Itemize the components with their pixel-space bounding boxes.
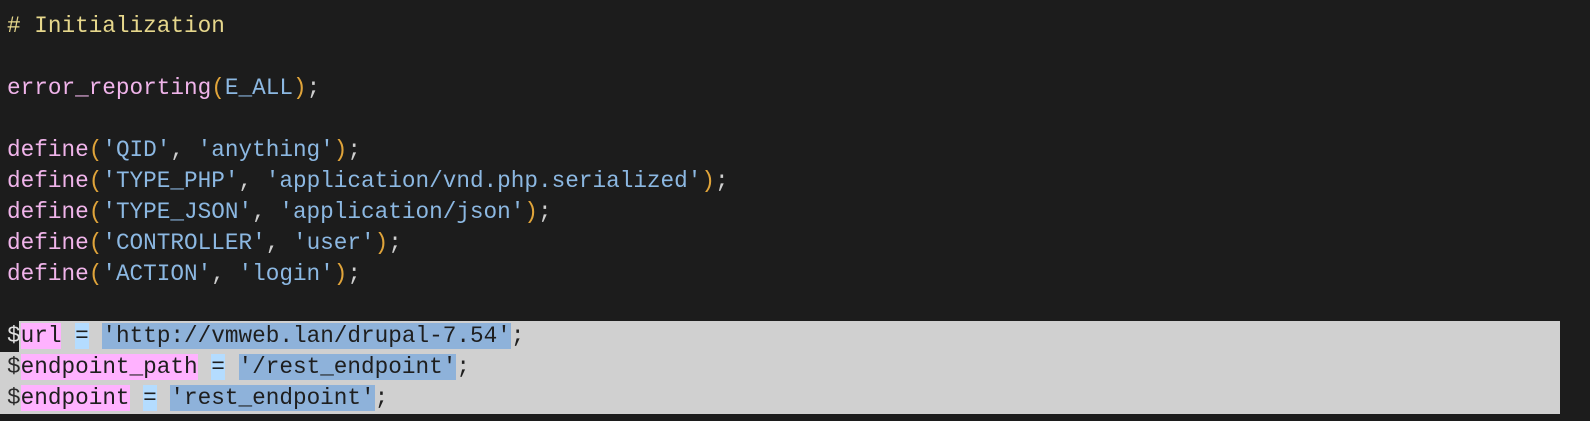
code-token-ws	[130, 385, 144, 411]
code-token-str: 'http://vmweb.lan/drupal-7.54'	[102, 323, 511, 349]
code-token-paren: (	[211, 75, 225, 101]
code-token-const: E_ALL	[224, 75, 293, 101]
code-token-fn: define	[7, 137, 89, 163]
code-line[interactable]	[0, 290, 1590, 321]
code-token-op: =	[75, 323, 89, 349]
code-line[interactable]: define('TYPE_PHP', 'application/vnd.php.…	[0, 166, 1590, 197]
code-token-punct: ,	[252, 199, 280, 225]
code-token-paren: (	[88, 261, 103, 287]
code-token-paren: (	[88, 137, 103, 163]
code-token-str: 'anything'	[197, 137, 334, 163]
code-token-punct: ;	[538, 199, 552, 225]
code-token-paren: )	[333, 261, 348, 287]
code-token-punct: ;	[510, 323, 525, 349]
code-line[interactable]: define('CONTROLLER', 'user');	[0, 228, 1590, 259]
code-token-ws	[89, 323, 103, 349]
code-token-str: 'QID'	[102, 137, 171, 163]
code-token-ws	[225, 354, 239, 380]
code-token-dollar: $	[7, 323, 21, 349]
code-token-str: 'application/json'	[279, 199, 525, 225]
code-token-fn: define	[7, 261, 89, 287]
code-line[interactable]: $url = 'http://vmweb.lan/drupal-7.54';	[0, 321, 1560, 352]
code-token-dollar: $	[7, 354, 21, 380]
code-token-punct: ;	[456, 354, 470, 380]
code-token-str: 'rest_endpoint'	[170, 385, 375, 411]
code-token-punct: ;	[347, 137, 362, 163]
code-token-paren: (	[88, 199, 103, 225]
code-token-paren: (	[88, 230, 103, 256]
code-token-op: =	[211, 354, 225, 380]
code-token-punct: ;	[374, 385, 389, 411]
code-token-ws	[198, 354, 212, 380]
code-line[interactable]: define('TYPE_JSON', 'application/json');	[0, 197, 1590, 228]
code-line[interactable]: $endpoint_path = '/rest_endpoint';	[0, 352, 1560, 383]
code-token-comment: # Initialization	[7, 13, 225, 39]
code-token-str: 'application/vnd.php.serialized'	[265, 168, 702, 194]
code-token-punct: ,	[170, 137, 198, 163]
code-token-var: url	[20, 323, 62, 349]
code-line[interactable]	[0, 104, 1590, 135]
code-token-punct: ,	[265, 230, 293, 256]
code-line[interactable]: # Initialization	[0, 11, 1590, 42]
code-token-str: 'TYPE_PHP'	[102, 168, 239, 194]
code-token-punct: ,	[238, 168, 266, 194]
code-line[interactable]: define('ACTION', 'login');	[0, 259, 1590, 290]
code-token-dollar: $	[7, 385, 21, 411]
code-token-paren: )	[524, 199, 539, 225]
code-token-var: endpoint_path	[20, 354, 198, 380]
code-token-ws	[61, 323, 75, 349]
code-token-fn: define	[7, 168, 89, 194]
code-token-fn: define	[7, 230, 89, 256]
code-token-punct: ,	[211, 261, 239, 287]
code-token-paren: )	[292, 75, 307, 101]
code-token-fn: error_reporting	[7, 75, 212, 101]
code-editor[interactable]: # Initialization error_reporting(E_ALL); d…	[0, 11, 1590, 414]
code-token-str: 'TYPE_JSON'	[102, 199, 253, 225]
code-token-punct: ;	[347, 261, 362, 287]
code-token-str: '/rest_endpoint'	[238, 354, 457, 380]
code-token-str: 'login'	[238, 261, 334, 287]
code-token-str: 'ACTION'	[102, 261, 212, 287]
code-token-paren: )	[333, 137, 348, 163]
code-token-fn: define	[7, 199, 89, 225]
code-token-paren: )	[374, 230, 389, 256]
code-token-op: =	[143, 385, 157, 411]
code-line[interactable]: define('QID', 'anything');	[0, 135, 1590, 166]
code-line[interactable]: error_reporting(E_ALL);	[0, 73, 1590, 104]
code-token-paren: )	[701, 168, 716, 194]
code-token-str: 'CONTROLLER'	[102, 230, 266, 256]
code-token-ws	[157, 385, 171, 411]
code-token-punct: ;	[388, 230, 402, 256]
code-token-str: 'user'	[292, 230, 375, 256]
code-line[interactable]	[0, 42, 1590, 73]
code-token-var: endpoint	[20, 385, 130, 411]
code-line[interactable]: $endpoint = 'rest_endpoint';	[0, 383, 1560, 414]
code-token-punct: ;	[715, 168, 729, 194]
code-token-paren: (	[88, 168, 103, 194]
code-token-punct: ;	[306, 75, 321, 101]
